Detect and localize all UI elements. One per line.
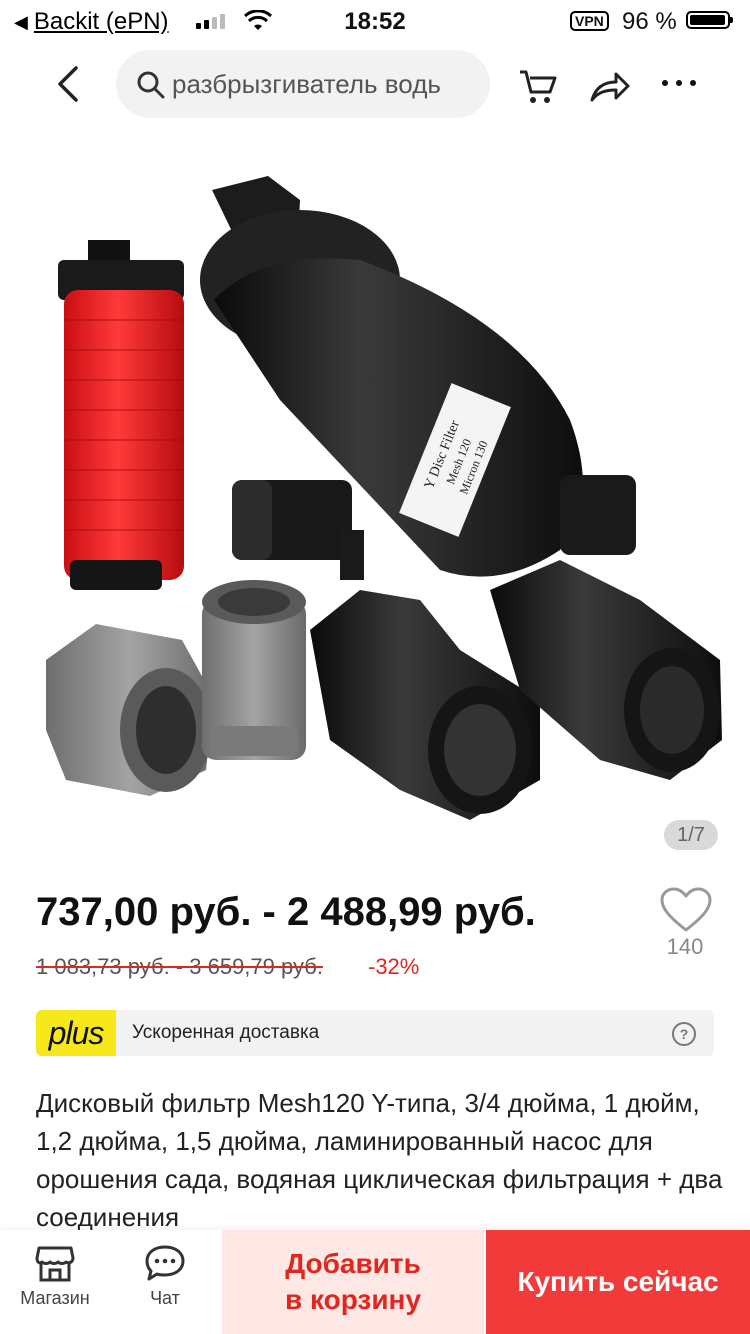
plus-delivery-text: Ускоренная доставка [132,1022,320,1043]
chat-tab-label: Чат [150,1288,180,1308]
bottom-action-bar: Магазин Чат Добавить в корзину Купить се… [0,1230,750,1334]
store-tab-label: Магазин [20,1288,90,1308]
battery-icon [686,11,733,29]
image-counter: 1/7 [664,820,718,850]
buy-now-button[interactable]: Купить сейчас [486,1230,750,1334]
search-bar[interactable] [116,50,490,118]
cart-icon[interactable] [516,64,560,108]
add-to-cart-line-2: в корзину [284,1284,422,1315]
top-nav-bar [0,44,750,124]
status-bar: ◀ Backit (ePN) 18:52 VPN 96 % [0,0,750,44]
add-to-cart-button[interactable]: Добавить в корзину [222,1230,484,1334]
product-image-gallery[interactable]: Y Disc Filter Mesh 120 Micron 130 [0,130,750,870]
search-icon [137,71,165,99]
back-chevron-icon[interactable] [48,62,88,106]
more-options-icon[interactable] [662,80,696,86]
chat-icon [145,1245,185,1281]
battery-percentage: 96 % [622,8,677,35]
add-to-cart-line-1: Добавить [285,1248,421,1279]
plus-delivery-banner[interactable]: plus Ускоренная доставка ? [36,1010,714,1056]
search-input[interactable] [172,50,482,118]
old-price-range: 1 083,73 руб. - 3 659,79 руб. [36,954,323,979]
store-icon [35,1246,75,1282]
store-tab[interactable]: Магазин [12,1230,98,1334]
discount-badge: -32% [368,954,420,979]
wishlist-count: 140 [666,934,704,959]
chat-tab[interactable]: Чат [128,1230,202,1334]
product-title: Дисковый фильтр Mesh120 Y-типа, 3/4 дюйм… [36,1088,723,1232]
plus-logo: plus [36,1010,116,1056]
product-photo: Y Disc Filter Mesh 120 Micron 130 [46,176,722,820]
price-range: 737,00 руб. - 2 488,99 руб. [36,890,536,934]
vpn-badge: VPN [570,11,609,31]
heart-icon[interactable] [658,886,714,934]
help-icon[interactable]: ? [672,1022,696,1046]
share-icon[interactable] [588,66,632,106]
